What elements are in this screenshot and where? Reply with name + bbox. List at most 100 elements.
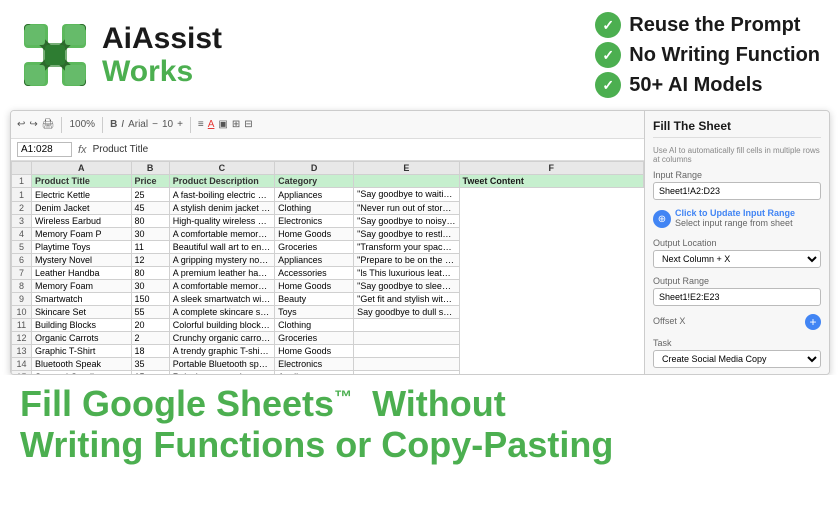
table-cell (354, 371, 459, 375)
table-cell: "Prepare to be on the edge of your seat … (354, 254, 459, 267)
toolbar-minus[interactable]: − (152, 119, 158, 130)
table-cell: Appliances (275, 371, 354, 375)
data-table: A B C D E F 1 Product Title Price Produc… (11, 161, 644, 374)
feature-label-3: 50+ AI Models (629, 74, 762, 97)
table-row: 9Smartwatch150A sleek smartwatch with fi… (12, 293, 644, 306)
feature-label-1: Reuse the Prompt (629, 14, 800, 37)
table-row: 6Mystery Novel12A gripping mystery novel… (12, 254, 644, 267)
toolbar-icon-bold: B (110, 119, 117, 130)
panel-task-section: Task Create Social Media Copy (653, 338, 821, 368)
table-cell: "ls This luxurious leather handbag will … (354, 267, 459, 280)
bottom-headline: Fill Google Sheets™ Without Writing Func… (20, 383, 820, 466)
table-cell: "Say goodbye to waiting for water to boi… (354, 188, 459, 202)
feature-label-2: No Writing Function (629, 44, 820, 67)
feature-item-2: ✓ No Writing Function (595, 42, 820, 68)
table-cell: 5 (12, 241, 32, 254)
table-cell: 14 (12, 358, 32, 371)
add-task-button[interactable]: + (805, 314, 821, 330)
bottom-section: Fill Google Sheets™ Without Writing Func… (0, 375, 840, 471)
table-cell (354, 319, 459, 332)
table-cell: Portable Bluetooth speaker with excell (169, 358, 274, 371)
cell-ref-input[interactable] (17, 142, 72, 157)
table-cell: Denim Jacket (32, 202, 132, 215)
logo-text: AiAssist Works (102, 22, 222, 88)
table-cell: A comfortable memory foam pillow for (169, 280, 274, 293)
table-cell: "Never run out of storage space again wi… (354, 202, 459, 215)
table-cell: Appliances (275, 188, 354, 202)
logo-brand-name: AiAssist (102, 22, 222, 55)
features-list: ✓ Reuse the Prompt ✓ No Writing Function… (595, 12, 820, 98)
col-header-b: B (131, 162, 169, 175)
task-select[interactable]: Create Social Media Copy (653, 350, 821, 368)
check-icon-1: ✓ (595, 12, 621, 38)
side-panel: Fill The Sheet Use AI to automatically f… (644, 111, 829, 374)
formula-content: Product Title (93, 144, 638, 155)
panel-output-location-label: Output Location (653, 238, 821, 248)
table-cell: 12 (12, 332, 32, 345)
table-cell: "Say goodbye to sleepless nights with ou… (354, 280, 459, 293)
toolbar-icon-print: 🖨 (42, 119, 55, 130)
table-cell: 8 (12, 280, 32, 293)
table-cell: Groceries (275, 332, 354, 345)
col-title-desc: Product Description (169, 175, 274, 188)
input-range-field[interactable] (653, 182, 821, 200)
check-icon-3: ✓ (595, 72, 621, 98)
table-cell: Crunchy organic carrots perfect for sal (169, 332, 274, 345)
output-location-select[interactable]: Next Column + X (653, 250, 821, 268)
table-cell: Accessories (275, 267, 354, 280)
table-cell: A stylish denim jacket with multiple poc (169, 202, 274, 215)
table-cell: A premium leather handbag with ample (169, 267, 274, 280)
zoom-level: 100% (69, 119, 95, 130)
table-row: 12Organic Carrots2Crunchy organic carrot… (12, 332, 644, 345)
table-cell: Wireless Earbud (32, 215, 132, 228)
table-cell: A sleek smartwatch with fitness trackin (169, 293, 274, 306)
table-cell: 11 (12, 319, 32, 332)
panel-subtitle: Use AI to automatically fill cells in mu… (653, 146, 821, 164)
col-title-price: Price (131, 175, 169, 188)
middle-section: ↩ ↪ 🖨 100% B I Arial − 10 + ≡ A ▣ ⊞ ⊟ fx… (10, 110, 830, 375)
output-range-field[interactable] (653, 288, 821, 306)
click-update-sub: Select input range from sheet (675, 218, 795, 228)
table-cell: Building Blocks (32, 319, 132, 332)
table-cell: Memory Foam P (32, 228, 132, 241)
toolbar-icon-redo: ↪ (29, 119, 37, 130)
click-update-text-block: Click to Update Input Range Select input… (675, 208, 795, 230)
toolbar-icon-align: ≡ (198, 119, 204, 130)
table-header-row: A B C D E F (12, 162, 644, 175)
panel-title: Fill The Sheet (653, 119, 821, 138)
panel-output-location-section: Output Location Next Column + X (653, 238, 821, 268)
col-header-rownum (12, 162, 32, 175)
table-row: 11Building Blocks20Colorful building blo… (12, 319, 644, 332)
table-cell: Bluetooth Speak (32, 358, 132, 371)
table-cell: Electronics (275, 358, 354, 371)
table-cell: 35 (131, 358, 169, 371)
sheet-body: 1Electric Kettle25A fast-boiling electri… (12, 188, 644, 375)
toolbar-fontsize: 10 (162, 119, 173, 130)
logo-area: AiAssist Works (20, 20, 222, 90)
toolbar-icon-border: ⊞ (232, 119, 240, 130)
col-header-e: E (354, 162, 459, 175)
table-cell: Beautiful wall art to enhance your bedr (169, 241, 274, 254)
label-row-num: 1 (12, 175, 32, 188)
toolbar: ↩ ↪ 🖨 100% B I Arial − 10 + ≡ A ▣ ⊞ ⊟ (11, 111, 644, 139)
table-cell: Scented Candle (32, 371, 132, 375)
table-cell: A trendy graphic T-shirt made from org (169, 345, 274, 358)
table-cell: Toys (275, 306, 354, 319)
table-cell: Beauty (275, 293, 354, 306)
toolbar-plus[interactable]: + (177, 119, 183, 130)
panel-output-range-section: Output Range (653, 276, 821, 306)
bottom-line2: Writing Functions or Copy-Pasting (20, 424, 820, 465)
toolbar-separator (61, 117, 62, 133)
table-cell: 4 (12, 228, 32, 241)
table-cell: Clothing (275, 202, 354, 215)
click-update-title[interactable]: Click to Update Input Range (675, 208, 795, 218)
table-cell: 9 (12, 293, 32, 306)
table-cell: 3 (12, 215, 32, 228)
table-row: 3Wireless Earbud80High-quality wireless … (12, 215, 644, 228)
table-cell: Home Goods (275, 228, 354, 241)
table-cell: Home Goods (275, 280, 354, 293)
table-cell: Groceries (275, 241, 354, 254)
table-cell: "Say goodbye to noisy distractions and h… (354, 215, 459, 228)
sheet-grid[interactable]: A B C D E F 1 Product Title Price Produc… (11, 161, 644, 374)
col-title-cat: Category (275, 175, 354, 188)
